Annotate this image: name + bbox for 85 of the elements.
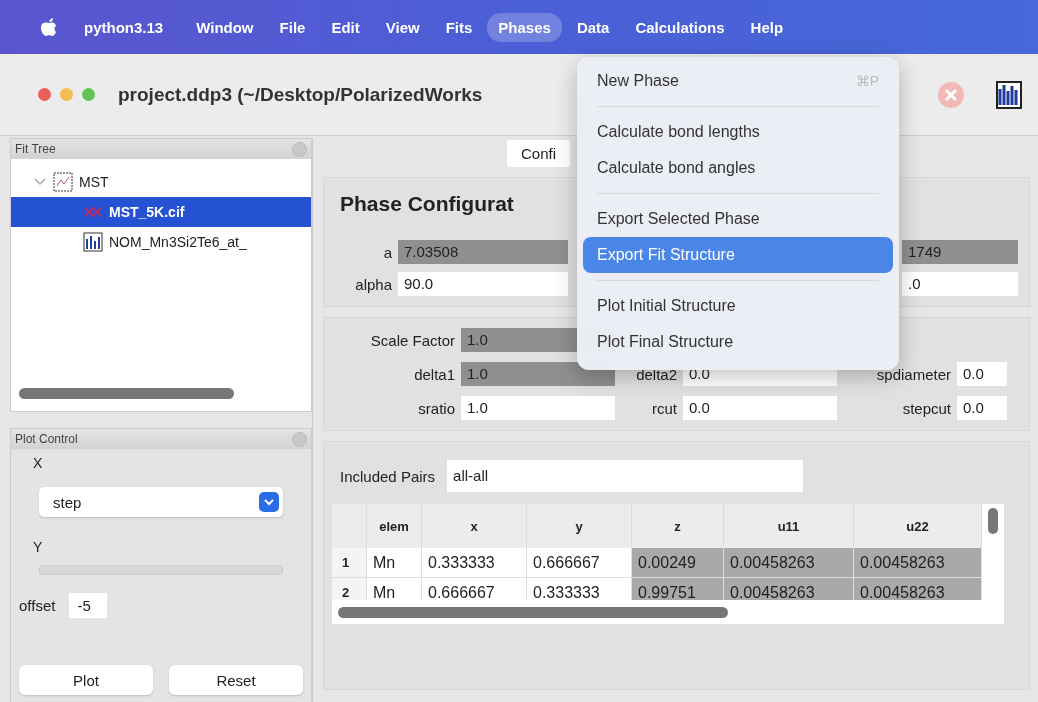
- y-dropdown[interactable]: [39, 565, 283, 575]
- parameter-field[interactable]: 0.0: [683, 396, 837, 420]
- menu-item[interactable]: Help: [739, 12, 795, 42]
- plot-icon[interactable]: [996, 80, 1022, 109]
- lattice-field[interactable]: .0: [902, 272, 1018, 296]
- menu-item[interactable]: View: [374, 12, 431, 42]
- panel-title: Plot Control: [15, 432, 78, 446]
- menu-item[interactable]: Plot Initial Structure: [583, 288, 893, 324]
- menu-item[interactable]: Calculations: [624, 12, 736, 42]
- zoom-light-icon[interactable]: [82, 88, 95, 101]
- window-title: project.ddp3 (~/Desktop/PolarizedWorks: [118, 83, 483, 106]
- scrollbar[interactable]: [988, 508, 998, 534]
- field-label: alpha: [354, 275, 393, 293]
- menu-item[interactable]: Calculate bond lengths: [583, 114, 893, 150]
- menu-item[interactable]: File: [268, 12, 317, 42]
- table-cell: 0.00458263: [854, 548, 982, 578]
- column-header[interactable]: u11: [724, 504, 854, 548]
- shortcut-label: ⌘P: [855, 73, 879, 89]
- plot-control-button[interactable]: Plot: [19, 665, 153, 695]
- y-label: Y: [33, 538, 44, 557]
- menu-item[interactable]: Phases: [487, 12, 562, 42]
- chevron-icon[interactable]: [33, 178, 47, 186]
- table-cell: 0.00458263: [724, 548, 854, 578]
- column-header[interactable]: elem: [367, 504, 422, 548]
- pairs-field[interactable]: all-all: [447, 460, 804, 492]
- x-label: X: [33, 454, 44, 473]
- table-cell: 0.00249: [632, 548, 724, 578]
- field-label: a: [382, 243, 393, 261]
- x-dropdown[interactable]: step: [39, 487, 283, 517]
- graph-icon: [53, 172, 73, 192]
- field-label: delta1: [413, 365, 456, 383]
- lattice-field[interactable]: 90.0: [398, 272, 568, 296]
- scrollbar[interactable]: [19, 388, 234, 399]
- column-header[interactable]: u22: [854, 504, 982, 548]
- row-number: 1: [332, 548, 367, 578]
- panel-title: Fit Tree: [15, 142, 56, 156]
- parameter-field[interactable]: 1.0: [461, 396, 615, 420]
- menu-item[interactable]: Data: [565, 12, 621, 42]
- lattice-field[interactable]: 1749: [902, 240, 1018, 264]
- close-icon[interactable]: [292, 141, 307, 157]
- field-label: Included Pairs: [340, 467, 437, 485]
- stop-icon[interactable]: [936, 79, 966, 110]
- table-cell: 0.99751: [632, 578, 724, 600]
- tree-item[interactable]: MST_5K.cif: [11, 197, 311, 227]
- section-title: Phase Configurat: [340, 192, 515, 216]
- field-label: delta2: [635, 365, 678, 383]
- tree-item[interactable]: NOM_Mn3Si2Te6_at_: [11, 227, 311, 257]
- menu-item[interactable]: New Phase ⌘P: [583, 63, 893, 99]
- minimize-light-icon[interactable]: [60, 88, 73, 101]
- plot-control-button[interactable]: Reset: [169, 665, 303, 695]
- table-cell: 0.333333: [422, 548, 527, 578]
- parameter-field[interactable]: 0.0: [957, 362, 1007, 386]
- table-cell: 0.00458263: [854, 578, 982, 600]
- tree-item[interactable]: MST: [11, 167, 311, 197]
- field-label: spdiameter: [875, 365, 952, 383]
- parameter-field[interactable]: 1.0: [461, 362, 615, 386]
- menu-item[interactable]: Window: [185, 12, 265, 42]
- table-cell: Mn: [367, 548, 422, 578]
- tab[interactable]: Confi: [507, 140, 571, 167]
- menu-item[interactable]: Export Fit Structure: [583, 237, 893, 273]
- column-header[interactable]: x: [422, 504, 527, 548]
- table-cell: 0.00458263: [724, 578, 854, 600]
- field-label: Scale Factor: [369, 331, 456, 349]
- apple-icon[interactable]: [40, 17, 58, 37]
- chevron-icon: [259, 492, 279, 512]
- menu-item[interactable]: Fits: [434, 12, 484, 42]
- close-light-icon[interactable]: [38, 88, 51, 101]
- lattice-field[interactable]: 7.03508: [398, 240, 568, 264]
- plot-icon: [83, 232, 103, 252]
- column-header[interactable]: y: [527, 504, 632, 548]
- app-menu[interactable]: python3.13: [84, 18, 164, 36]
- menu-item[interactable]: Edit: [320, 12, 371, 42]
- field-label: stepcut: [901, 399, 952, 417]
- offset-field[interactable]: -5: [69, 592, 108, 618]
- scrollbar[interactable]: [338, 607, 728, 618]
- offset-label: offset: [19, 596, 56, 614]
- menu-item[interactable]: Calculate bond angles: [583, 150, 893, 186]
- field-label: rcut: [651, 399, 678, 417]
- menu-item[interactable]: Export Selected Phase: [583, 201, 893, 237]
- parameter-field[interactable]: 0.0: [957, 396, 1007, 420]
- row-number: 2: [332, 578, 367, 600]
- column-header[interactable]: z: [632, 504, 724, 548]
- close-icon[interactable]: [292, 431, 307, 447]
- corner-cell: [332, 504, 367, 548]
- field-label: sratio: [417, 399, 456, 417]
